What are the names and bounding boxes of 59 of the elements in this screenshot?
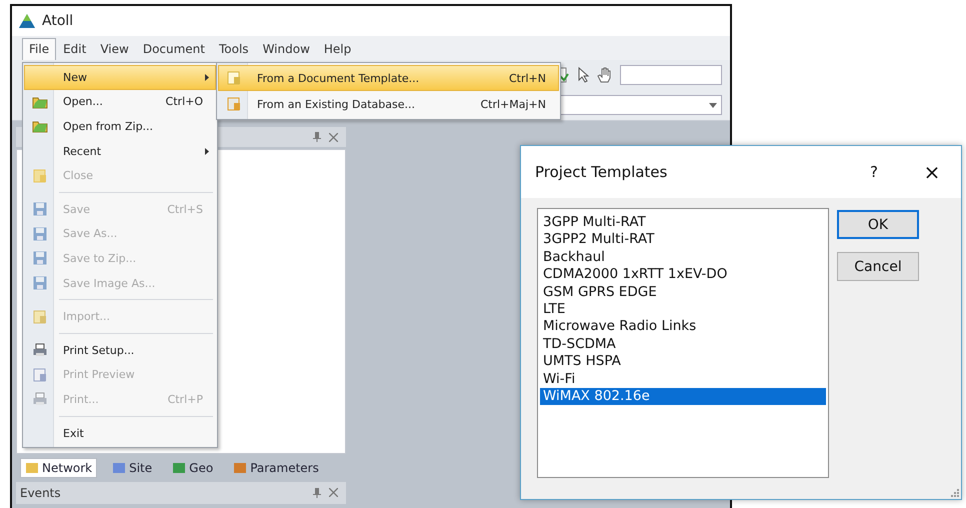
pin-icon[interactable] [313,488,321,498]
panel-tab[interactable]: Geo [167,458,218,478]
panel-tab[interactable]: Network [20,458,98,478]
tab-icon [172,461,186,475]
panel-tab[interactable]: Parameters [228,458,324,478]
panel-tab[interactable]: Site [107,458,158,478]
menu-item[interactable]: View [93,38,136,60]
list-item[interactable]: GSM GPRS EDGE [540,284,826,302]
list-item[interactable]: CDMA2000 1xRTT 1xEV-DO [540,266,826,284]
list-item[interactable]: WiMAX 802.16e [540,388,826,406]
menu-item[interactable]: From a Document Template... Ctrl+N [218,65,559,91]
menu-item[interactable]: Open... Ctrl+O [24,90,216,114]
list-item[interactable]: Microwave Radio Links [540,318,826,336]
menu-item[interactable]: Print Setup... [24,338,216,363]
dialog-button[interactable]: OK [837,210,919,239]
document-icon [226,96,242,112]
menu-item[interactable]: Open from Zip... [24,114,216,139]
dialog-button[interactable]: Cancel [837,252,919,281]
logo-icon [18,13,36,29]
menu-item[interactable]: File [22,38,56,60]
list-item[interactable]: LTE [540,301,826,318]
menu-item[interactable]: Recent [24,138,216,164]
menu-item[interactable]: Tools [212,38,256,60]
dropdown-arrow-icon [709,102,717,108]
document-icon [32,168,48,184]
submenu-arrow-icon [205,148,209,155]
tab-icon [233,461,248,475]
menu-item[interactable]: New [24,65,216,90]
menu-item[interactable]: Help [316,38,358,60]
list-item[interactable]: Wi-Fi [540,370,826,388]
document-icon [32,366,48,383]
close-button[interactable]: × [917,159,947,185]
pin-icon[interactable] [313,132,321,142]
close-icon[interactable] [329,488,338,497]
panel-title: Events [20,486,61,500]
menu-item[interactable]: Exit [24,420,216,446]
close-icon[interactable] [329,132,338,142]
dialog-title: Project Templates [535,163,668,181]
menu-item[interactable]: Edit [56,38,94,60]
list-item[interactable]: UMTS HSPA [540,353,826,371]
list-item[interactable]: 3GPP2 Multi-RAT [540,231,826,249]
printer-icon [32,391,48,408]
document-icon [32,308,48,325]
menu-item[interactable]: Window [256,38,317,60]
document-icon [226,70,242,86]
help-button[interactable]: ? [859,162,889,182]
list-item[interactable]: Backhaul [540,248,826,266]
pointer-icon[interactable] [576,66,590,84]
window-title: Atoll [42,13,74,29]
menu-item[interactable]: Document [136,38,212,60]
tab-icon [112,461,126,475]
list-item[interactable]: 3GPP Multi-RAT [540,214,826,232]
menu-item[interactable]: From an Existing Database... Ctrl+Maj+N [218,91,559,117]
printer-icon [32,342,48,358]
list-item[interactable]: TD-SCDMA [540,336,826,354]
tab-icon [25,461,39,475]
submenu-arrow-icon [205,74,209,81]
toolbar-input-field[interactable] [620,65,722,85]
resize-grip-icon[interactable] [949,487,959,497]
